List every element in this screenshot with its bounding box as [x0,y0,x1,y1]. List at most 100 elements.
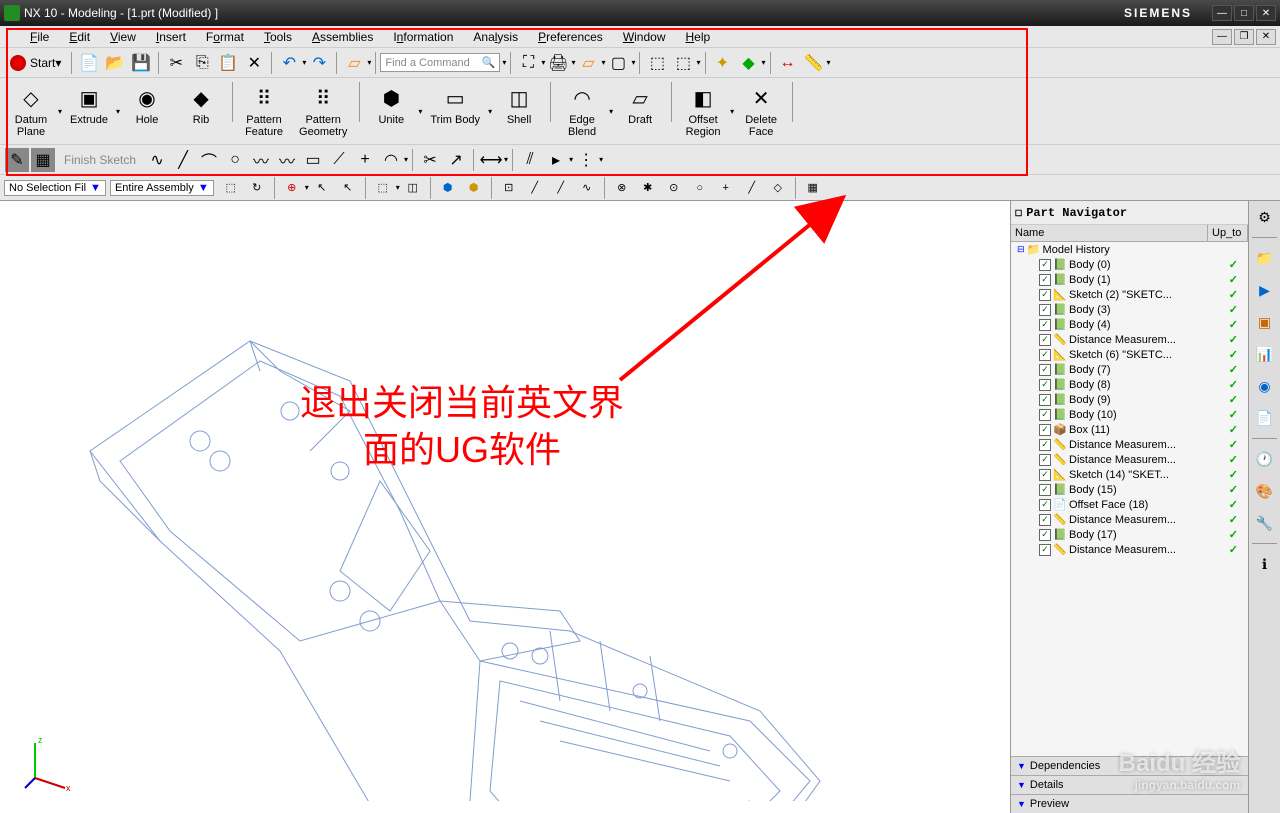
dim-icon[interactable]: ⟷ [479,148,503,172]
menu-insert[interactable]: Insert [146,28,196,46]
extend-icon[interactable]: ↗ [444,148,468,172]
sel5-icon[interactable]: ↖ [336,176,360,200]
history-icon[interactable]: ▶ [1253,278,1277,302]
menu-window[interactable]: Window [613,28,676,46]
clock-icon[interactable]: 🕐 [1253,447,1277,471]
ribbon-rib[interactable]: ◆Rib [176,82,226,128]
finish-sketch-button[interactable]: Finish Sketch [56,151,144,169]
tree-item[interactable]: ✓📄Offset Face (18)✓ [1011,497,1248,512]
spline2-icon[interactable]: 〰 [275,148,299,172]
sel3-icon[interactable]: ⊕ [280,176,304,200]
doc-restore-button[interactable]: ❐ [1234,29,1254,45]
ribbon-pattern[interactable]: ⠿PatternFeature [239,82,289,140]
snap6-icon[interactable]: ✱ [636,176,660,200]
tree-item[interactable]: ✓📏Distance Measurem...✓ [1011,542,1248,557]
circle-icon[interactable]: ○ [223,148,247,172]
constr-icon[interactable]: ⫽ [518,148,542,172]
tree-item[interactable]: ✓📗Body (10)✓ [1011,407,1248,422]
new-icon[interactable]: 📄 [77,51,101,75]
tree-item[interactable]: ✓📐Sketch (6) "SKETC...✓ [1011,347,1248,362]
ribbon-pattern[interactable]: ⠿PatternGeometry [293,82,353,140]
assembly-combo[interactable]: Entire Assembly▼ [110,180,214,196]
ribbon-trim-body[interactable]: ▭Trim Body [424,82,486,128]
roles-icon[interactable]: ▣ [1253,310,1277,334]
shade-icon[interactable]: ▱ [576,51,600,75]
box-icon[interactable]: ⬚ [671,51,695,75]
snap1-icon[interactable]: ⊡ [497,176,521,200]
menu-format[interactable]: Format [196,28,254,46]
view-icon[interactable]: 🖨 [546,51,570,75]
fillet-icon[interactable]: ◠ [379,148,403,172]
tree-item[interactable]: ✓📏Distance Measurem...✓ [1011,452,1248,467]
tree-item[interactable]: ✓📗Body (15)✓ [1011,482,1248,497]
command-search-input[interactable]: Find a Command 🔍 [380,53,500,72]
doc-minimize-button[interactable]: — [1212,29,1232,45]
ribbon-edge[interactable]: ◠EdgeBlend [557,82,607,140]
open-icon[interactable]: 📂 [103,51,127,75]
tree-item[interactable]: ✓📗Body (4)✓ [1011,317,1248,332]
doc-icon[interactable]: 📄 [1253,406,1277,430]
snap2-icon[interactable]: ╱ [523,176,547,200]
doc-close-button[interactable]: ✕ [1256,29,1276,45]
details-panel[interactable]: ▼Details [1011,775,1248,794]
menu-information[interactable]: Information [383,28,463,46]
tree-item[interactable]: ✓📏Distance Measurem...✓ [1011,437,1248,452]
ribbon-offset[interactable]: ◧OffsetRegion [678,82,728,140]
nav-icon[interactable]: 📁 [1253,246,1277,270]
menu-edit[interactable]: Edit [59,28,100,46]
sel7-icon[interactable]: ◫ [401,176,425,200]
snap7-icon[interactable]: ⊙ [662,176,686,200]
tree-item[interactable]: ✓📗Body (8)✓ [1011,377,1248,392]
close-button[interactable]: ✕ [1256,5,1276,21]
sel4-icon[interactable]: ↖ [310,176,334,200]
tree-item[interactable]: ✓📗Body (7)✓ [1011,362,1248,377]
sel6-icon[interactable]: ⬚ [371,176,395,200]
redo-icon[interactable]: ↷ [307,51,331,75]
tool-icon[interactable]: 🔧 [1253,511,1277,535]
tree-item[interactable]: ✓📐Sketch (2) "SKETC...✓ [1011,287,1248,302]
wcs-icon[interactable]: ⬚ [645,51,669,75]
chart-icon[interactable]: 📊 [1253,342,1277,366]
grid-icon[interactable]: ▦ [801,176,825,200]
plus-icon[interactable]: + [353,148,377,172]
tree-item[interactable]: ✓📗Body (1)✓ [1011,272,1248,287]
sketch-icon[interactable]: ✎ [5,148,29,172]
palette-icon[interactable]: 🎨 [1253,479,1277,503]
sel9-icon[interactable]: ⬢ [462,176,486,200]
rect-icon[interactable]: ▭ [301,148,325,172]
sel1-icon[interactable]: ⬚ [219,176,243,200]
column-header[interactable]: Name Up_to [1011,225,1248,242]
sel8-icon[interactable]: ⬢ [436,176,460,200]
snap11-icon[interactable]: ◇ [766,176,790,200]
ribbon-draft[interactable]: ▱Draft [615,82,665,128]
tree-item[interactable]: ✓📗Body (9)✓ [1011,392,1248,407]
settings-icon[interactable]: ⚙ [1253,205,1277,229]
selection-filter-combo[interactable]: No Selection Fil▼ [4,180,106,196]
menu-preferences[interactable]: Preferences [528,28,613,46]
ribbon-hole[interactable]: ◉Hole [122,82,172,128]
measure-icon[interactable]: ↔ [776,51,800,75]
tree-item[interactable]: ✓📗Body (17)✓ [1011,527,1248,542]
info-icon[interactable]: ℹ [1253,552,1277,576]
menu-file[interactable]: File [20,28,59,46]
menu-tools[interactable]: Tools [254,28,302,46]
cut-icon[interactable]: ✂ [164,51,188,75]
ribbon-delete[interactable]: ✕DeleteFace [736,82,786,140]
spline-icon[interactable]: 〰 [249,148,273,172]
line-icon[interactable]: ╱ [171,148,195,172]
snap9-icon[interactable]: + [714,176,738,200]
tree-item[interactable]: ✓📦Box (11)✓ [1011,422,1248,437]
snap5-icon[interactable]: ⊗ [610,176,634,200]
ribbon-extrude[interactable]: ▣Extrude [64,82,114,128]
menu-help[interactable]: Help [676,28,721,46]
minimize-button[interactable]: — [1212,5,1232,21]
delete-icon[interactable]: ✕ [242,51,266,75]
trim-icon[interactable]: ✂ [418,148,442,172]
snap4-icon[interactable]: ∿ [575,176,599,200]
ribbon-datum[interactable]: ◇DatumPlane [6,82,56,140]
constr2-icon[interactable]: ▸ [544,148,568,172]
tree-item[interactable]: ✓📐Sketch (14) "SKET...✓ [1011,467,1248,482]
curve1-icon[interactable]: ∿ [145,148,169,172]
tree-item[interactable]: ✓📏Distance Measurem...✓ [1011,332,1248,347]
menu-view[interactable]: View [100,28,146,46]
